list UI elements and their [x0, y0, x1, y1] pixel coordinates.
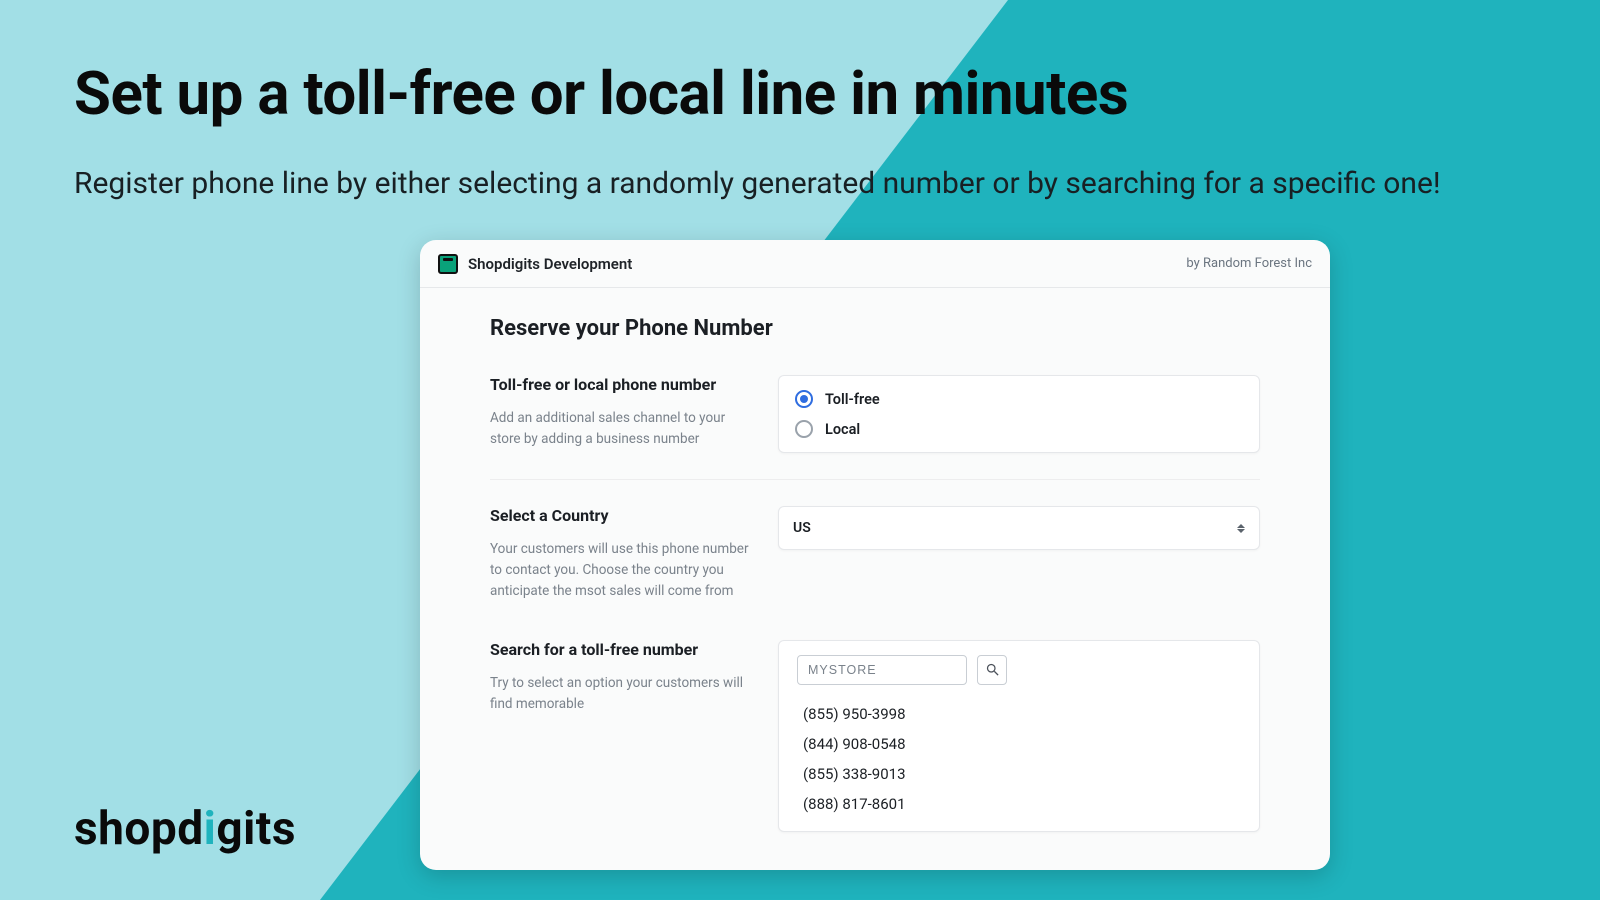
- search-icon: [985, 662, 1000, 677]
- search-button[interactable]: [977, 655, 1007, 685]
- marketing-slide: Set up a toll-free or local line in minu…: [0, 0, 1600, 900]
- page-title: Reserve your Phone Number: [490, 316, 1260, 341]
- section-country: Select a Country Your customers will use…: [490, 479, 1260, 628]
- app-panel: Shopdigits Development by Random Forest …: [420, 240, 1330, 870]
- country-label: Select a Country: [490, 506, 750, 525]
- search-card: (855) 950-3998 (844) 908-0548 (855) 338-…: [778, 640, 1260, 832]
- byline: by Random Forest Inc: [1186, 256, 1312, 271]
- search-input[interactable]: [797, 655, 967, 685]
- country-select[interactable]: US: [778, 506, 1260, 550]
- section-search: Search for a toll-free number Try to sel…: [490, 628, 1260, 858]
- panel-header: Shopdigits Development by Random Forest …: [420, 240, 1330, 288]
- country-help: Your customers will use this phone numbe…: [490, 539, 750, 602]
- app-name: Shopdigits Development: [468, 255, 632, 273]
- radio-local[interactable]: Local: [793, 414, 1245, 444]
- country-select-value: US: [793, 520, 811, 536]
- hero-title: Set up a toll-free or local line in minu…: [74, 58, 1128, 129]
- radio-local-label: Local: [825, 421, 860, 438]
- app-icon: [438, 254, 458, 274]
- panel-body: Reserve your Phone Number Toll-free or l…: [420, 288, 1330, 858]
- brand-pre: shopd: [74, 802, 204, 856]
- number-type-radio-group: Toll-free Local: [778, 375, 1260, 453]
- brand-wordmark: shopdigits: [74, 802, 296, 856]
- search-results: (855) 950-3998 (844) 908-0548 (855) 338-…: [797, 699, 1241, 819]
- number-type-label: Toll-free or local phone number: [490, 375, 750, 394]
- search-label: Search for a toll-free number: [490, 640, 750, 659]
- radio-toll-free-label: Toll-free: [825, 391, 880, 408]
- search-help: Try to select an option your customers w…: [490, 673, 750, 715]
- radio-icon: [795, 420, 813, 438]
- radio-icon: [795, 390, 813, 408]
- hero-subtitle: Register phone line by either selecting …: [74, 158, 1534, 209]
- result-item[interactable]: (888) 817-8601: [803, 789, 1241, 819]
- number-type-help: Add an additional sales channel to your …: [490, 408, 750, 450]
- radio-toll-free[interactable]: Toll-free: [793, 384, 1245, 414]
- section-number-type: Toll-free or local phone number Add an a…: [490, 375, 1260, 479]
- result-item[interactable]: (855) 950-3998: [803, 699, 1241, 729]
- search-controls: [797, 655, 1241, 685]
- result-item[interactable]: (855) 338-9013: [803, 759, 1241, 789]
- brand-post: gits: [216, 802, 296, 856]
- brand-accent: i: [204, 802, 217, 856]
- result-item[interactable]: (844) 908-0548: [803, 729, 1241, 759]
- select-caret-icon: [1237, 524, 1245, 533]
